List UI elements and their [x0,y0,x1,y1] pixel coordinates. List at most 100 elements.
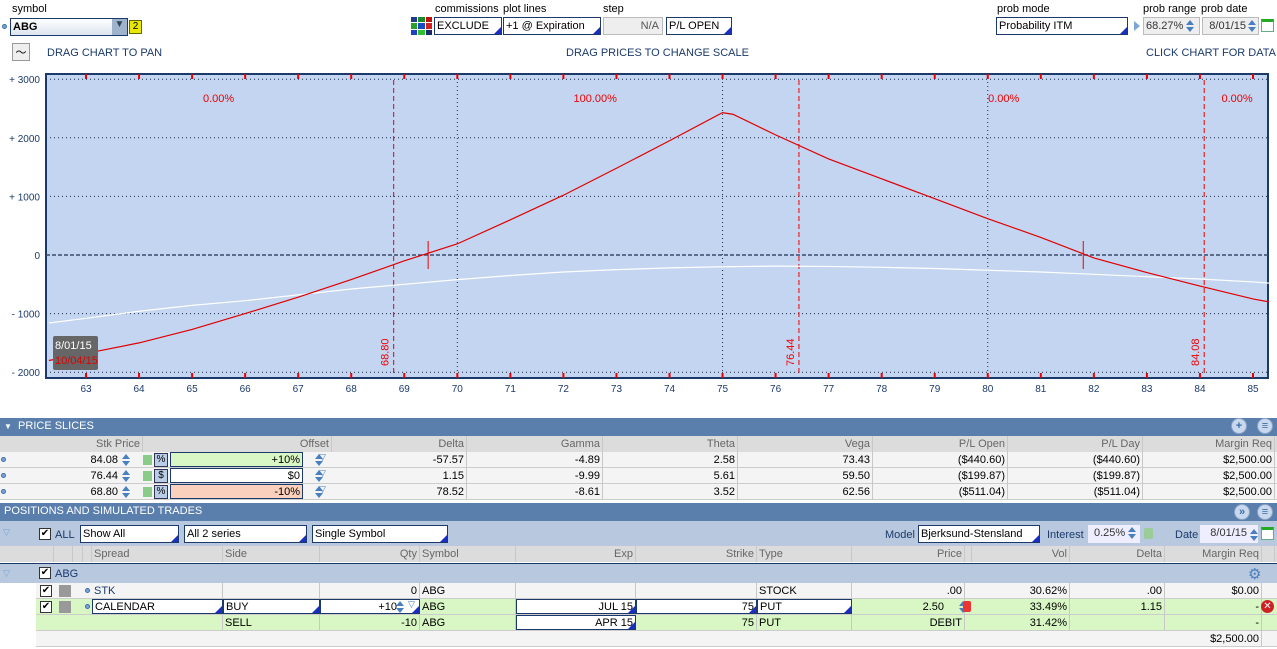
interest-input[interactable]: 0.25% [1094,527,1125,539]
symbol-input[interactable]: ABG [10,18,128,36]
prob-range-spinner[interactable] [1186,19,1195,33]
price-lock-icon[interactable] [963,601,971,612]
position-exp[interactable]: APR 15 [516,615,636,630]
interest-spinner[interactable] [1128,526,1137,540]
gear-icon[interactable]: ⚙ [1248,565,1261,583]
model-select[interactable]: Bjerksund-Stensland [918,525,1040,543]
show-filter-select[interactable]: Show All [80,525,179,543]
add-slice-button[interactable]: + [1231,418,1247,434]
col-header[interactable]: Margin Req [1143,436,1275,452]
slice-price[interactable]: 76.44 [8,468,120,484]
row-flag[interactable] [59,585,71,597]
color-grid-icon[interactable] [411,17,432,35]
prob-date-input[interactable]: 8/01/15 [1209,20,1246,32]
prob-date-spinner[interactable] [1248,19,1256,33]
slices-menu-button[interactable]: ≡ [1257,418,1273,434]
row-checkbox[interactable]: ✔ [40,601,52,613]
prob-mode-select[interactable]: Probability ITM [996,17,1128,35]
col-header[interactable]: Margin Req [1165,546,1262,562]
group-checkbox[interactable]: ✔ [39,567,51,579]
col-header[interactable]: Price [852,546,965,562]
lock-icon[interactable] [143,487,152,497]
position-row[interactable]: ✔ CALENDAR BUY +10 ABG JUL 15 75 PUT 2.50 33.49% 1… [0,599,1277,615]
offset-dropdown-icon[interactable]: ▽ [319,484,326,495]
remove-icon[interactable]: ✕ [1261,600,1274,613]
offset-dropdown-icon[interactable]: ▽ [319,452,326,463]
pl-mode-select[interactable]: P/L OPEN [666,17,732,35]
col-header[interactable]: Type [757,546,852,562]
symbol-mode-select[interactable]: Single Symbol [312,525,448,543]
expand-group-icon[interactable]: ▽ [3,568,10,579]
col-header[interactable]: Offset [170,436,332,452]
date-spinner[interactable] [1250,528,1258,542]
price-spinner[interactable] [122,485,130,499]
date-input[interactable]: 8/01/15 [1210,527,1247,539]
lock-icon[interactable] [143,455,152,465]
col-header[interactable]: P/L Open [873,436,1008,452]
position-row[interactable]: SELL -10 ABG APR 15 75 PUT DEBIT 31.42% - [0,615,1277,631]
slice-offset-input[interactable]: +10% [170,452,303,467]
col-header[interactable]: Gamma [467,436,603,452]
series-filter-select[interactable]: All 2 series [184,525,307,543]
row-link-dot[interactable] [1,489,6,494]
col-header[interactable]: Spread [92,546,223,562]
date-calendar-icon[interactable] [1261,527,1274,540]
position-strike[interactable]: 75 [636,599,757,614]
row-link-dot[interactable] [85,604,90,609]
position-row[interactable]: ✔ STK 0 ABG STOCK .00 30.62% .00 $0.00 [0,583,1277,599]
group-row-abg[interactable]: ▽ ✔ ABG ⚙ [0,563,1277,583]
col-header[interactable]: Strike [636,546,757,562]
plot-area[interactable] [45,73,1269,379]
col-header[interactable]: P/L Day [1008,436,1143,452]
col-header[interactable]: Qty [320,546,420,562]
position-type[interactable]: PUT [757,599,852,614]
position-spread[interactable]: CALENDAR [92,599,223,614]
col-header[interactable]: Delta [1070,546,1165,562]
col-header[interactable]: Stk Price [8,436,143,452]
lock-icon[interactable] [143,471,152,481]
pl-chart[interactable]: + 3000 + 2000 + 1000 0 - 1000 - 2000 63 64 65 66 6… [0,70,1277,410]
symbol-link-dot[interactable] [2,24,7,29]
price-spinner[interactable] [122,453,130,467]
qty-spinner[interactable] [396,600,404,614]
prob-range-input[interactable]: 68.27% [1146,20,1183,32]
unit-toggle[interactable]: % [154,485,168,499]
row-flag[interactable] [59,601,71,613]
row-link-dot[interactable] [85,588,90,593]
symbol-dropdown-icon[interactable]: ▼ [112,19,127,35]
col-header[interactable]: Vega [738,436,873,452]
price-spinner[interactable] [122,469,130,483]
slice-offset-input[interactable]: -10% [170,484,303,499]
col-header[interactable]: Exp [516,546,636,562]
calendar-icon[interactable] [1261,19,1274,32]
col-header[interactable]: Vol [972,546,1070,562]
col-header[interactable]: Delta [332,436,467,452]
expand-all-icon[interactable]: ▽ [3,527,10,538]
positions-header[interactable]: POSITIONS AND SIMULATED TRADES [0,503,1277,521]
slice-offset-input[interactable]: $0 [170,468,303,483]
lock-icon[interactable] [1144,528,1153,539]
qty-dropdown-icon[interactable]: ▽ [408,599,415,610]
chart-type-icon[interactable]: 〜 [12,43,30,61]
commissions-select[interactable]: EXCLUDE [434,17,502,35]
position-side[interactable]: BUY [223,599,320,614]
position-qty[interactable]: +10 [320,599,420,614]
unit-toggle[interactable]: $ [154,469,168,483]
col-header[interactable]: Side [223,546,320,562]
row-link-dot[interactable] [1,473,6,478]
plot-lines-select[interactable]: +1 @ Expiration [503,17,601,35]
positions-menu-button[interactable]: ≡ [1257,504,1273,520]
row-link-dot[interactable] [1,457,6,462]
col-header[interactable]: Symbol [420,546,516,562]
collapse-button[interactable]: » [1234,504,1250,520]
play-icon[interactable] [1134,21,1140,31]
position-exp[interactable]: JUL 15 [516,599,636,614]
slice-price[interactable]: 68.80 [8,484,120,500]
select-all-checkbox[interactable]: ✔ [39,528,51,540]
step-input[interactable]: N/A [603,17,663,35]
unit-toggle[interactable]: % [154,453,168,467]
price-slices-header[interactable]: ▼ PRICE SLICES [0,418,1277,436]
row-checkbox[interactable]: ✔ [40,585,52,597]
offset-dropdown-icon[interactable]: ▽ [319,468,326,479]
col-header[interactable]: Theta [603,436,738,452]
